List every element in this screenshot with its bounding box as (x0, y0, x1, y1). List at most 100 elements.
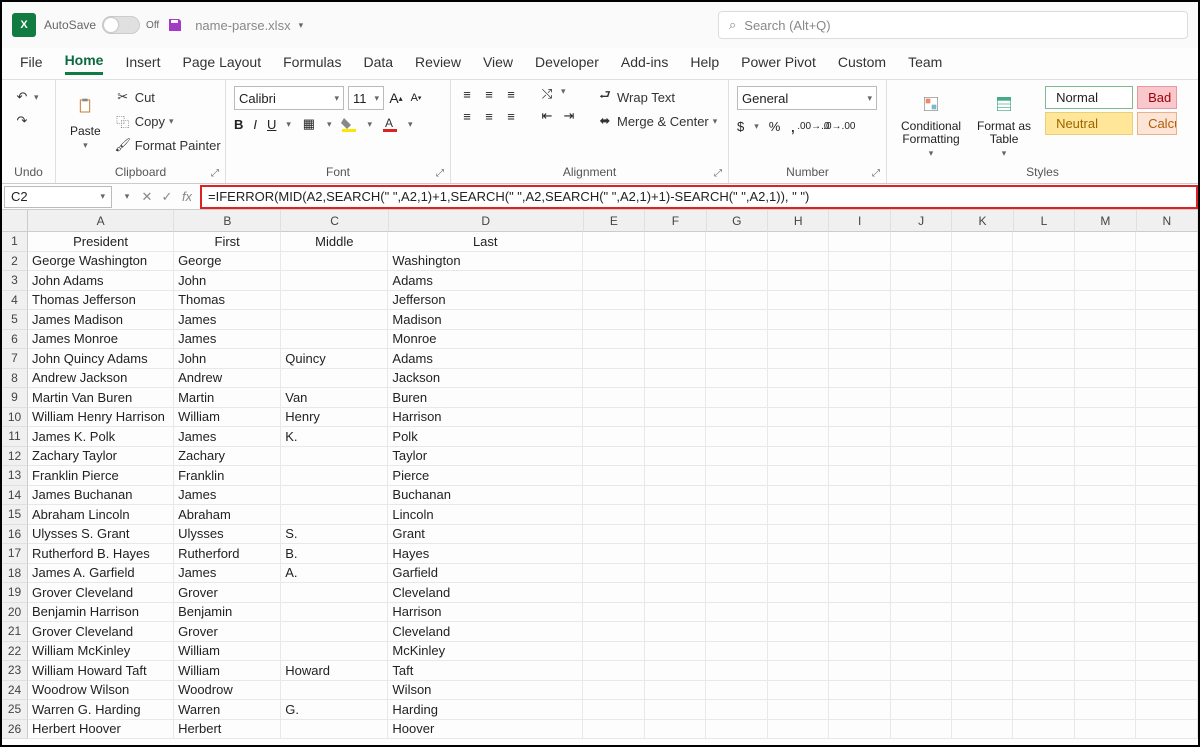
col-header[interactable]: B (174, 210, 281, 232)
cell[interactable] (645, 349, 706, 369)
cell[interactable] (281, 310, 388, 330)
cell[interactable]: A. (281, 564, 388, 584)
cell[interactable] (1136, 505, 1197, 525)
cell[interactable] (1013, 330, 1074, 350)
indent-dec-icon[interactable]: ⇤ (539, 108, 555, 124)
cell[interactable]: Pierce (388, 466, 583, 486)
cell[interactable] (1136, 330, 1197, 350)
undo-button[interactable]: ↶▾ (10, 86, 43, 108)
cell[interactable] (768, 622, 829, 642)
cell[interactable] (583, 310, 644, 330)
merge-center-button[interactable]: ⬌Merge & Center▾ (593, 110, 721, 132)
cell[interactable] (583, 271, 644, 291)
cell[interactable] (1075, 681, 1136, 701)
align-right-icon[interactable]: ≡ (503, 108, 519, 124)
cell[interactable] (645, 291, 706, 311)
conditional-formatting-button[interactable]: Conditional Formatting▾ (895, 86, 967, 163)
cell[interactable]: James A. Garfield (28, 564, 174, 584)
cut-button[interactable]: ✂Cut (111, 86, 225, 108)
cell[interactable] (706, 408, 767, 428)
cell[interactable] (281, 622, 388, 642)
cell[interactable] (829, 564, 890, 584)
cell[interactable] (1136, 466, 1197, 486)
cell[interactable] (1013, 661, 1074, 681)
cell[interactable]: Adams (388, 271, 583, 291)
cell[interactable] (891, 700, 952, 720)
cell[interactable]: Buchanan (388, 486, 583, 506)
row-header[interactable]: 1 (2, 232, 28, 252)
align-top-icon[interactable]: ≡ (459, 86, 475, 102)
cell[interactable] (645, 388, 706, 408)
cell[interactable] (583, 291, 644, 311)
percent-button[interactable]: % (769, 119, 781, 134)
cell[interactable] (952, 564, 1013, 584)
cell[interactable] (706, 232, 767, 252)
row-header[interactable]: 15 (2, 505, 28, 525)
cell[interactable]: S. (281, 525, 388, 545)
cell[interactable]: Adams (388, 349, 583, 369)
cell[interactable] (281, 252, 388, 272)
cell[interactable] (952, 486, 1013, 506)
col-header[interactable]: C (281, 210, 388, 232)
cell[interactable] (1136, 310, 1197, 330)
col-header[interactable]: A (28, 210, 174, 232)
cell[interactable]: Grant (388, 525, 583, 545)
font-launcher[interactable]: ⤢ (433, 166, 447, 180)
cell[interactable] (583, 622, 644, 642)
italic-button[interactable]: I (253, 117, 257, 132)
number-launcher[interactable]: ⤢ (869, 166, 883, 180)
cell[interactable] (281, 330, 388, 350)
row-header[interactable]: 6 (2, 330, 28, 350)
cell[interactable] (645, 505, 706, 525)
cell[interactable] (1075, 505, 1136, 525)
cell[interactable]: Jackson (388, 369, 583, 389)
cell[interactable] (1013, 700, 1074, 720)
cell[interactable] (1136, 661, 1197, 681)
fbar-dropdown-icon[interactable]: ▾ (118, 191, 136, 202)
cell[interactable]: G. (281, 700, 388, 720)
cell[interactable] (645, 544, 706, 564)
style-calc[interactable]: Calcu (1137, 112, 1177, 135)
cell[interactable]: Woodrow (174, 681, 281, 701)
grow-font-icon[interactable]: A▴ (388, 90, 404, 106)
cell[interactable] (952, 505, 1013, 525)
orientation-icon[interactable]: ⤭ (539, 86, 555, 102)
cell[interactable] (1075, 603, 1136, 623)
cell[interactable]: Grover Cleveland (28, 583, 174, 603)
cell[interactable] (1013, 583, 1074, 603)
cell[interactable]: Zachary Taylor (28, 447, 174, 467)
cell[interactable] (1075, 252, 1136, 272)
row-header[interactable]: 22 (2, 642, 28, 662)
cell[interactable]: Herbert (174, 720, 281, 740)
cell[interactable] (1136, 388, 1197, 408)
row-header[interactable]: 13 (2, 466, 28, 486)
cell[interactable] (891, 310, 952, 330)
cell[interactable] (891, 271, 952, 291)
cell[interactable] (768, 603, 829, 623)
cell[interactable]: Woodrow Wilson (28, 681, 174, 701)
cell[interactable]: John (174, 271, 281, 291)
cell[interactable]: K. (281, 427, 388, 447)
tab-help[interactable]: Help (690, 54, 719, 74)
cell[interactable] (1136, 349, 1197, 369)
cell[interactable]: Cleveland (388, 622, 583, 642)
cell[interactable] (645, 330, 706, 350)
cell[interactable] (952, 232, 1013, 252)
search-input[interactable]: ⌕ Search (Alt+Q) (718, 11, 1188, 39)
tab-insert[interactable]: Insert (125, 54, 160, 74)
cell[interactable] (706, 310, 767, 330)
cell[interactable] (281, 369, 388, 389)
cell[interactable] (952, 583, 1013, 603)
cell[interactable] (1013, 232, 1074, 252)
cell[interactable]: Middle (281, 232, 388, 252)
cell[interactable] (583, 544, 644, 564)
cell[interactable] (706, 486, 767, 506)
cell[interactable] (583, 583, 644, 603)
bold-button[interactable]: B (234, 117, 243, 132)
cell[interactable] (706, 700, 767, 720)
cell[interactable] (645, 252, 706, 272)
cell[interactable] (645, 603, 706, 623)
cell[interactable] (1013, 291, 1074, 311)
cell[interactable] (583, 700, 644, 720)
cell[interactable] (768, 369, 829, 389)
